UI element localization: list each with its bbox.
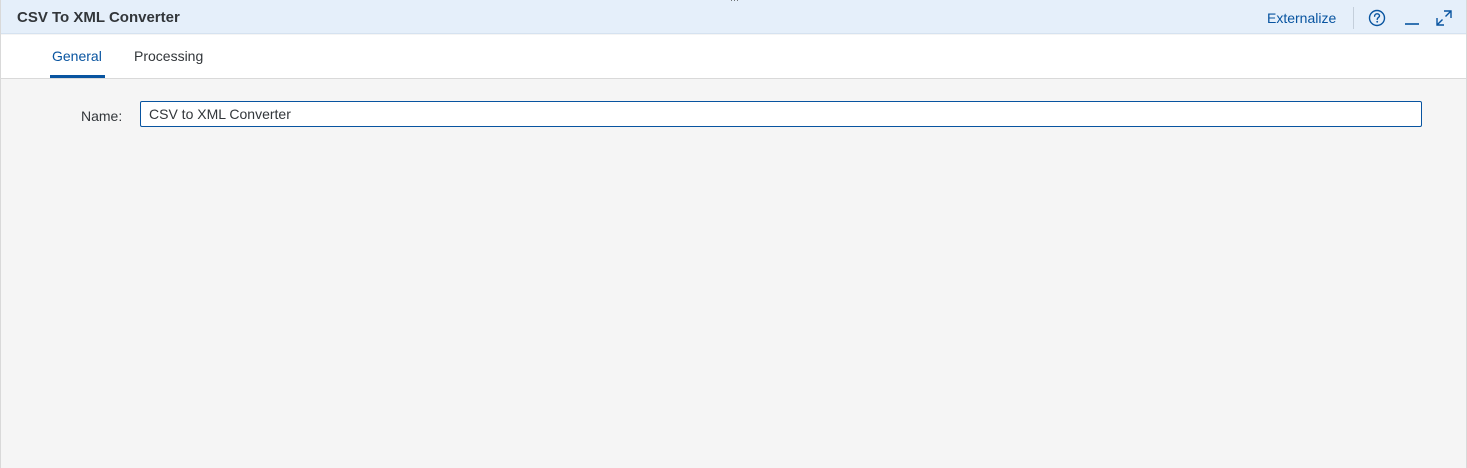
name-label: Name: [81,108,123,124]
help-icon[interactable] [1366,7,1388,29]
toolbar-separator [1353,7,1354,29]
minimize-icon[interactable] [1401,7,1423,29]
tab-bar: General Processing [1,35,1466,79]
property-sheet-panel: CSV To XML Converter Externalize ⋯ [0,0,1467,468]
name-input[interactable] [140,101,1422,127]
panel-title: CSV To XML Converter [17,9,180,26]
tab-general[interactable]: General [52,48,102,64]
externalize-button[interactable]: Externalize [1267,10,1336,26]
tab-processing[interactable]: Processing [134,48,203,64]
title-bar: CSV To XML Converter Externalize [1,0,1466,34]
maximize-icon[interactable] [1433,7,1455,29]
drag-handle-icon[interactable]: ⋯ [728,0,742,3]
active-tab-indicator [50,75,105,78]
